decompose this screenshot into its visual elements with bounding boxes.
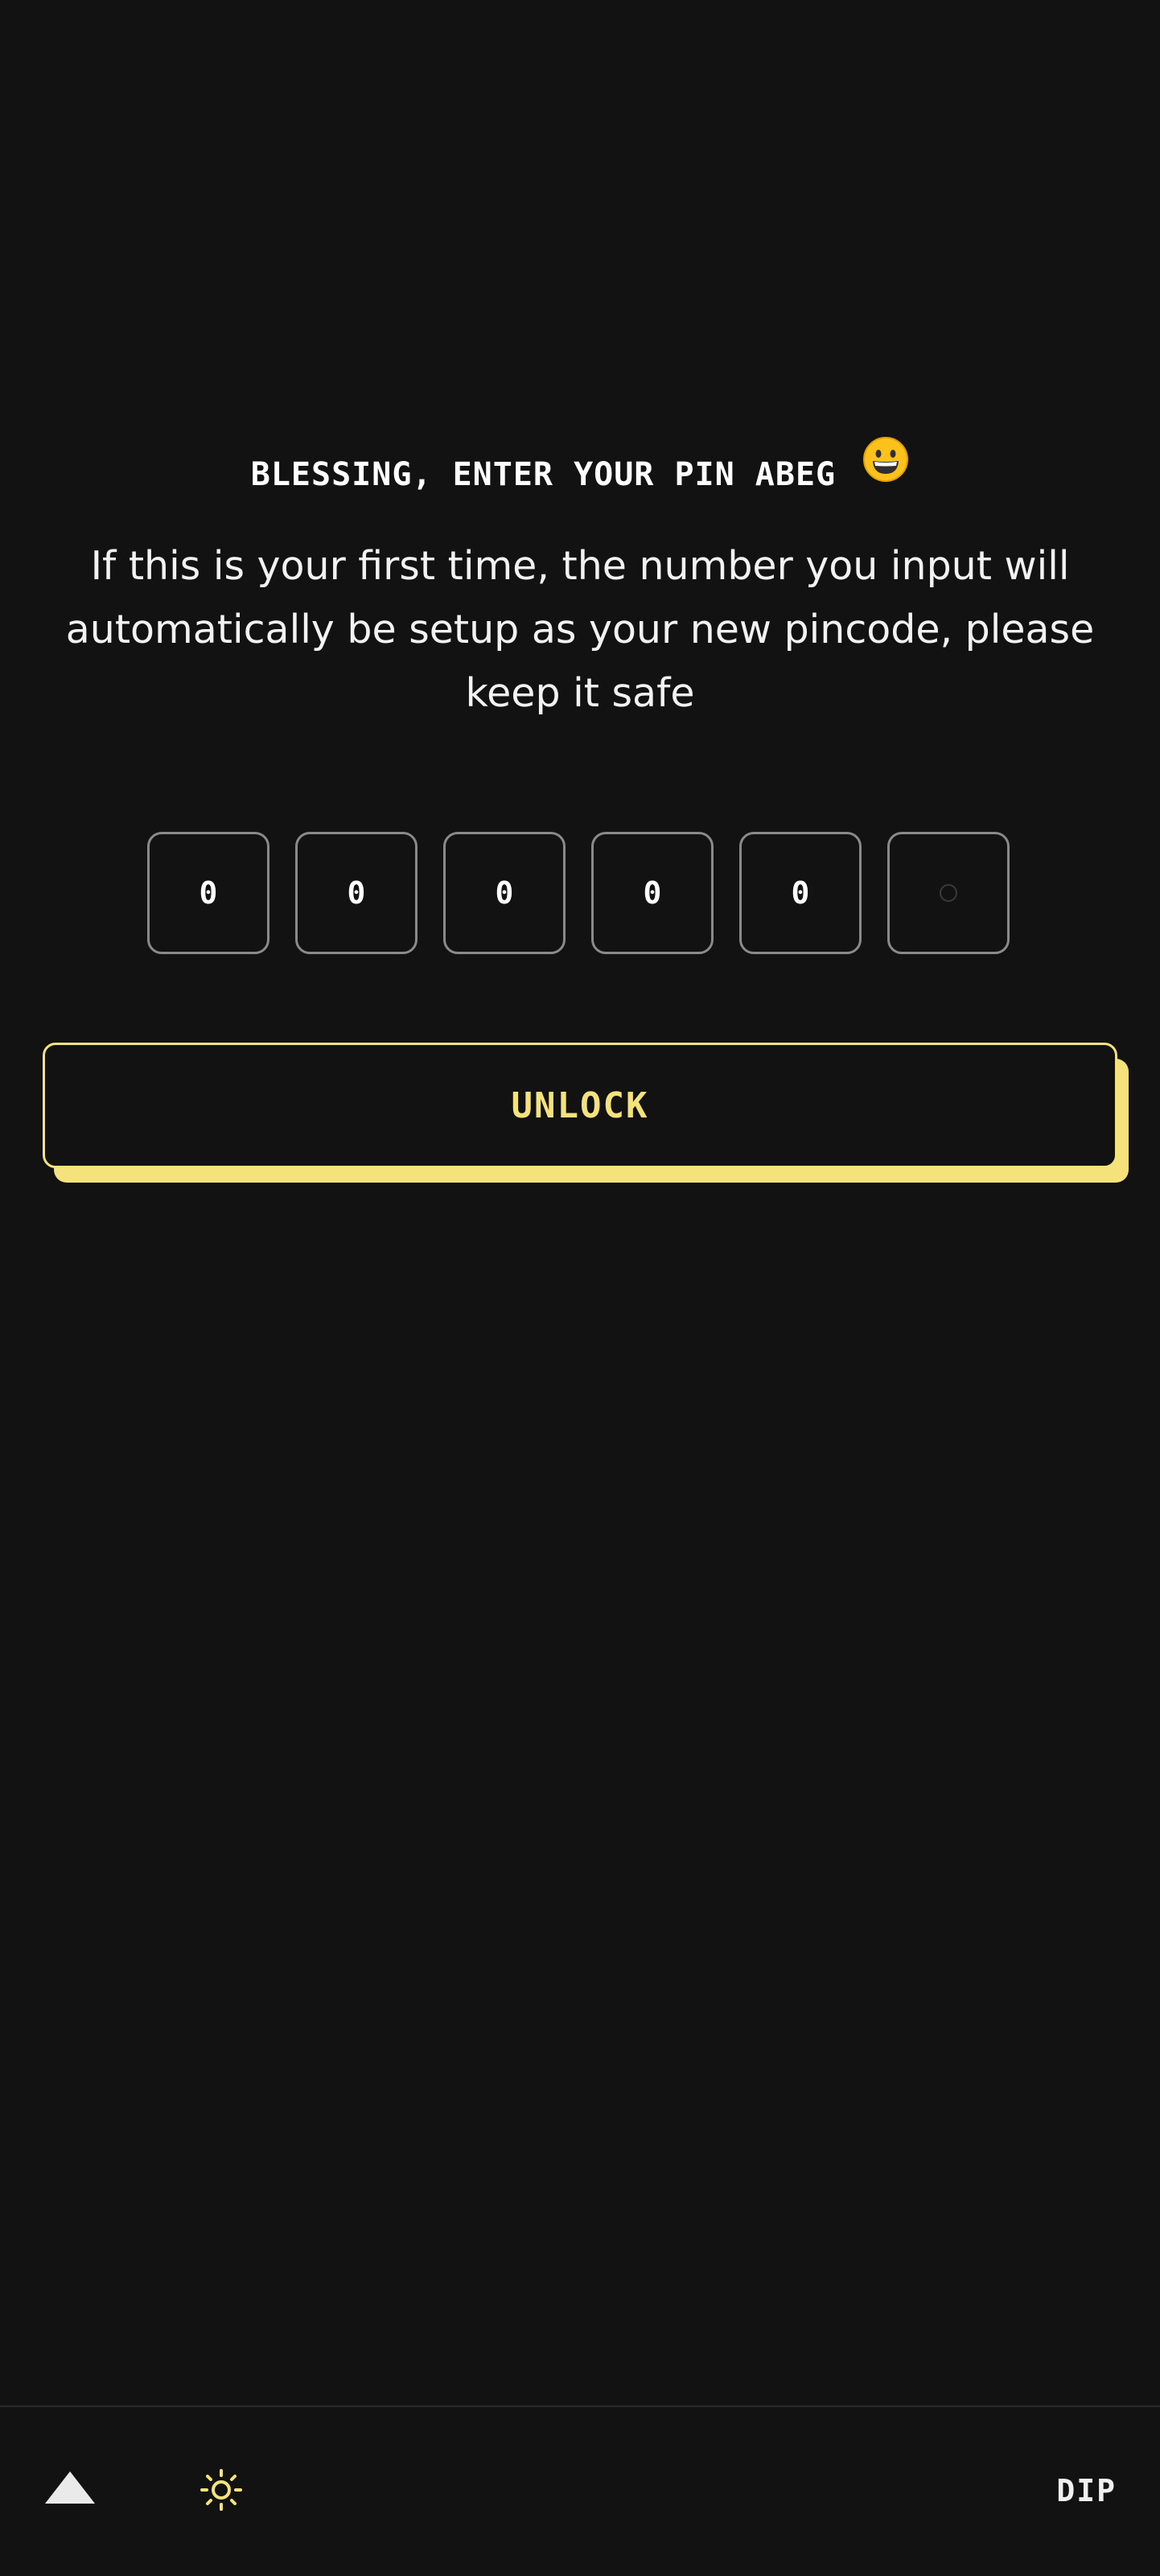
heading-text: BLESSING, ENTER YOUR PIN ABEG [250,456,837,493]
pin-digit-6[interactable] [887,832,1010,954]
pin-digit-value: 0 [347,875,366,911]
pin-digit-2[interactable]: 0 [295,832,418,954]
sun-icon[interactable] [200,2468,243,2512]
pin-digit-3[interactable]: 0 [443,832,566,954]
pin-instructions: If this is your first time, the number y… [65,543,1095,716]
pin-digit-value: 0 [791,875,810,911]
pin-digit-4[interactable]: 0 [591,832,714,954]
pin-digit-5[interactable]: 0 [739,832,862,954]
pin-digit-1[interactable]: 0 [147,832,269,954]
footer-divider [0,2405,1160,2407]
pin-digit-value: 0 [495,875,514,911]
empty-dot-icon [940,884,957,902]
pin-digit-value: 0 [643,875,662,911]
unlock-button[interactable]: UNLOCK [43,1043,1117,1168]
pin-digit-value: 0 [199,875,218,911]
footer-dip-link[interactable]: DIP [1056,2468,1117,2513]
pin-input-group: 0 0 0 0 0 [147,832,1013,957]
triangle-logo-icon[interactable] [43,2470,97,2505]
grinning-face-icon [862,436,909,506]
page-title: BLESSING, ENTER YOUR PIN ABEG [0,436,1160,508]
